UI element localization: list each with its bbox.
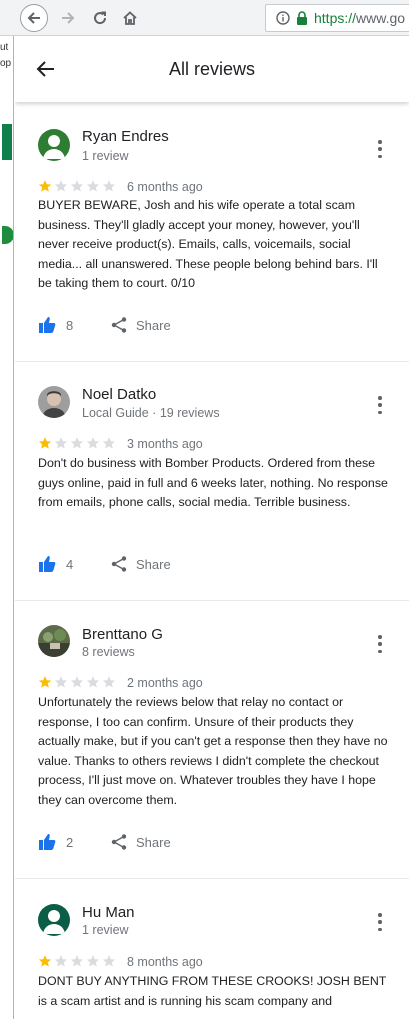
background-green-block bbox=[2, 124, 12, 160]
star-empty-icon bbox=[86, 676, 100, 688]
reviewer-name[interactable]: Hu Man bbox=[82, 904, 135, 921]
star-empty-icon bbox=[102, 676, 116, 688]
review-text: DONT BUY ANYTHING FROM THESE CROOKS! JOS… bbox=[38, 974, 387, 1008]
reviewer-name[interactable]: Ryan Endres bbox=[82, 128, 169, 145]
review-actions: 8 Share bbox=[38, 316, 171, 334]
user-silhouette-icon bbox=[38, 129, 70, 161]
browser-reload-button[interactable] bbox=[86, 4, 114, 32]
star-rating bbox=[38, 954, 116, 968]
lock-icon bbox=[297, 11, 307, 25]
url-scheme: https:// bbox=[314, 10, 357, 26]
review-age: 6 months ago bbox=[127, 180, 203, 194]
star-rating bbox=[38, 675, 116, 689]
like-count: 4 bbox=[66, 556, 74, 572]
review-age: 8 months ago bbox=[127, 955, 203, 969]
more-options-icon[interactable] bbox=[377, 396, 383, 414]
like-count: 2 bbox=[66, 834, 74, 850]
share-icon[interactable] bbox=[110, 555, 128, 573]
background-text: ut bbox=[0, 42, 9, 53]
star-empty-icon bbox=[70, 955, 84, 967]
arrow-right-icon bbox=[62, 11, 75, 24]
star-empty-icon bbox=[102, 955, 116, 967]
star-empty-icon bbox=[86, 437, 100, 449]
reviewer-meta: 1 review bbox=[82, 923, 129, 937]
review-age: 2 months ago bbox=[127, 676, 203, 690]
star-rating bbox=[38, 436, 116, 450]
reviewer-meta: 8 reviews bbox=[82, 645, 135, 659]
panel-header: All reviews bbox=[15, 36, 409, 102]
review-card: Brenttano G 8 reviews 2 months ago Unfor… bbox=[15, 601, 409, 879]
browser-forward-button[interactable] bbox=[54, 4, 82, 32]
reviewer-name[interactable]: Brenttano G bbox=[82, 626, 163, 643]
background-page-strip: ut op bbox=[0, 36, 14, 1019]
star-filled-icon bbox=[38, 955, 52, 967]
star-empty-icon bbox=[86, 180, 100, 192]
review-text: Unfortunately the reviews below that rel… bbox=[38, 695, 388, 807]
avatar[interactable] bbox=[38, 386, 70, 418]
star-empty-icon bbox=[54, 676, 68, 688]
review-actions: 4 Share bbox=[38, 555, 171, 573]
avatar[interactable] bbox=[38, 129, 70, 161]
background-text: op bbox=[0, 58, 12, 69]
arrow-left-icon bbox=[27, 11, 40, 24]
review-card: Ryan Endres 1 review 6 months ago BUYER … bbox=[15, 102, 409, 362]
thumbs-up-icon[interactable] bbox=[38, 833, 56, 851]
url-text: https://www.go bbox=[314, 10, 405, 26]
browser-toolbar: https://www.go bbox=[0, 0, 409, 36]
browser-back-button[interactable] bbox=[20, 3, 48, 32]
url-host: www.go bbox=[356, 10, 406, 26]
star-empty-icon bbox=[86, 955, 100, 967]
star-empty-icon bbox=[102, 180, 116, 192]
reviewer-name[interactable]: Noel Datko bbox=[82, 386, 156, 403]
star-empty-icon bbox=[70, 437, 84, 449]
star-rating bbox=[38, 179, 116, 193]
review-age: 3 months ago bbox=[127, 437, 203, 451]
avatar[interactable] bbox=[38, 904, 70, 936]
browser-home-button[interactable] bbox=[116, 4, 144, 32]
thumbs-up-icon[interactable] bbox=[38, 555, 56, 573]
background-green-button bbox=[2, 226, 13, 244]
star-empty-icon bbox=[102, 437, 116, 449]
address-bar[interactable]: https://www.go bbox=[265, 4, 409, 32]
like-count: 8 bbox=[66, 317, 74, 333]
info-icon bbox=[276, 11, 290, 25]
page-title: All reviews bbox=[168, 59, 256, 79]
more-options-icon[interactable] bbox=[377, 913, 383, 931]
star-empty-icon bbox=[70, 676, 84, 688]
share-icon[interactable] bbox=[110, 833, 128, 851]
review-text: BUYER BEWARE, Josh and his wife operate … bbox=[38, 198, 378, 291]
star-empty-icon bbox=[70, 180, 84, 192]
more-options-icon[interactable] bbox=[377, 635, 383, 653]
reviewer-meta: Local Guide · 19 reviews bbox=[82, 406, 220, 420]
star-empty-icon bbox=[54, 180, 68, 192]
more-options-icon[interactable] bbox=[377, 140, 383, 158]
profile-photo-icon bbox=[38, 386, 70, 418]
profile-photo-icon bbox=[38, 625, 70, 657]
share-icon[interactable] bbox=[110, 316, 128, 334]
review-text: Don't do business with Bomber Products. … bbox=[38, 456, 388, 510]
star-empty-icon bbox=[54, 955, 68, 967]
review-actions: 2 Share bbox=[38, 833, 171, 851]
reload-icon bbox=[94, 11, 107, 24]
reviews-panel: All reviews Ryan Endres 1 review 6 month… bbox=[15, 36, 409, 1019]
user-silhouette-icon bbox=[38, 904, 70, 936]
star-empty-icon bbox=[54, 437, 68, 449]
home-icon bbox=[123, 10, 137, 25]
share-button[interactable]: Share bbox=[136, 318, 171, 333]
star-filled-icon bbox=[38, 437, 52, 449]
reviewer-meta: 1 review bbox=[82, 149, 129, 163]
thumbs-up-icon[interactable] bbox=[38, 316, 56, 334]
review-card: Hu Man 1 review 8 months ago DONT BUY AN… bbox=[15, 879, 409, 1019]
share-button[interactable]: Share bbox=[136, 835, 171, 850]
star-filled-icon bbox=[38, 676, 52, 688]
share-button[interactable]: Share bbox=[136, 557, 171, 572]
review-card: Noel Datko Local Guide · 19 reviews 3 mo… bbox=[15, 362, 409, 601]
star-filled-icon bbox=[38, 180, 52, 192]
avatar[interactable] bbox=[38, 625, 70, 657]
